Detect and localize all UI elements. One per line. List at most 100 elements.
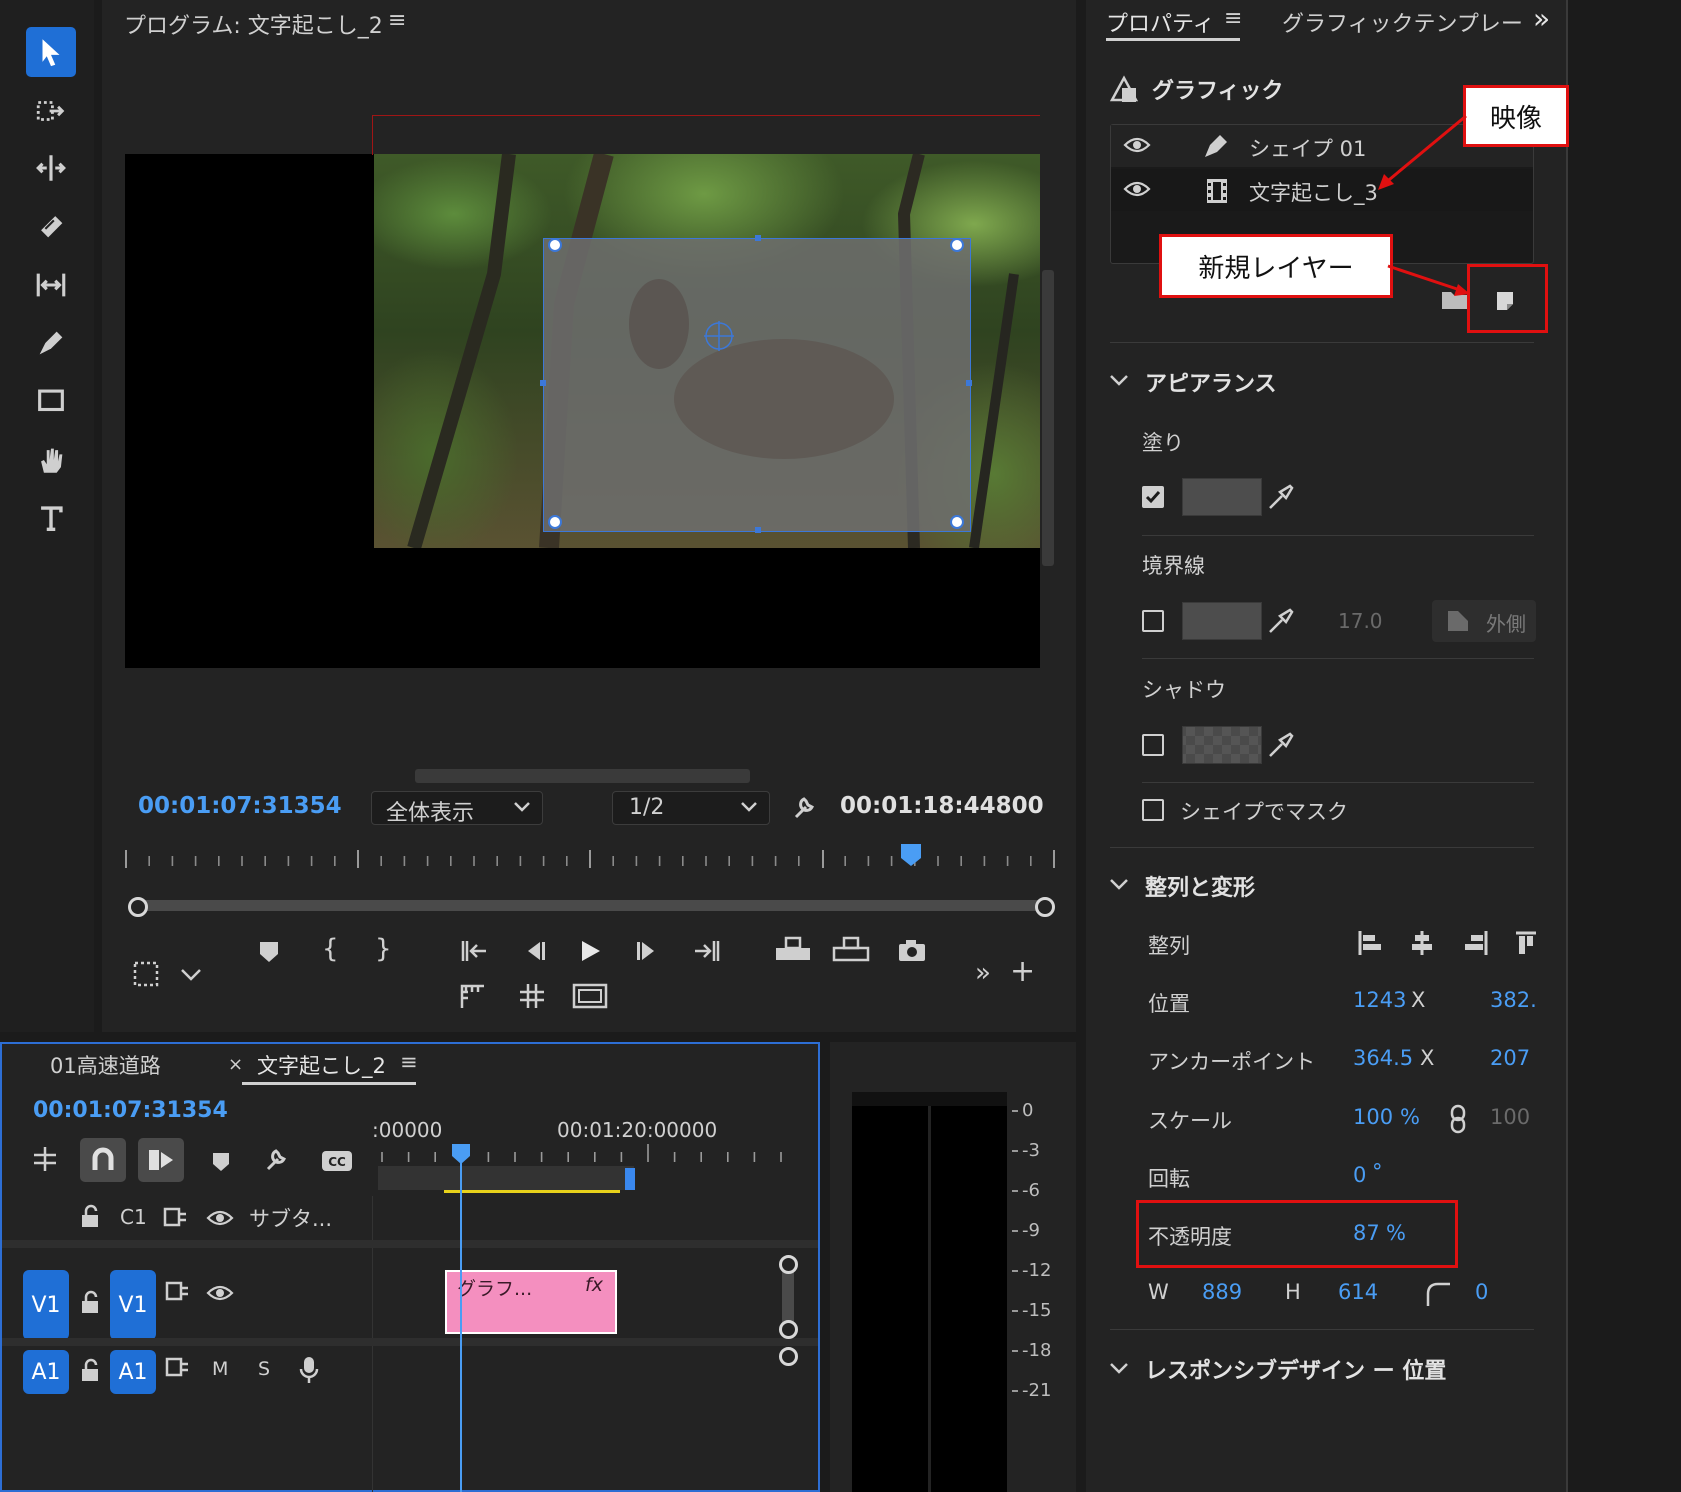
chevron-down-icon[interactable] [1108,372,1130,390]
close-tab-icon[interactable]: × [228,1054,243,1075]
playhead-handle[interactable] [450,1142,472,1166]
linked-selection-toggle[interactable] [138,1138,184,1182]
lock-icon[interactable] [78,1358,102,1384]
anchor-y-value[interactable]: 207 [1490,1046,1530,1070]
a1-target-track[interactable]: A1 [110,1350,156,1394]
ripple-edit-tool[interactable] [26,143,76,193]
step-back-icon[interactable] [520,937,548,965]
eyedropper-icon[interactable] [1266,482,1296,512]
safe-margins-icon[interactable] [132,960,162,990]
eye-icon[interactable] [1123,135,1151,155]
monitor-horizontal-scrollbar[interactable] [415,769,750,783]
playhead-timecode[interactable]: 00:01:07:31354 [138,793,342,819]
align-transform-header[interactable]: 整列と変形 [1145,870,1255,902]
tab-graphics-template[interactable]: グラフィックテンプレー [1282,6,1522,38]
anchor-x-value[interactable]: 364.5 [1353,1046,1413,1070]
timeline-tab-highway[interactable]: 01高速道路 [50,1050,161,1080]
tab-menu-icon[interactable]: ≡ [1224,6,1242,31]
eyedropper-icon[interactable] [1266,606,1296,636]
mute-button[interactable]: M [212,1358,228,1380]
rotation-value[interactable]: 0 [1353,1163,1366,1187]
corner-radius-value[interactable]: 0 [1475,1280,1488,1304]
hand-tool[interactable] [26,435,76,485]
grid-icon[interactable] [518,982,546,1010]
timeline-timecode[interactable]: 00:01:07:31354 [33,1098,228,1123]
camera-icon[interactable] [896,936,928,964]
resolution-dropdown[interactable]: 1/2 [612,791,770,825]
work-area-bar[interactable] [378,1166,634,1190]
microphone-icon[interactable] [298,1355,320,1385]
slip-tool[interactable] [26,260,76,310]
go-to-out-icon[interactable] [690,937,724,965]
wrench-icon[interactable] [262,1145,292,1175]
appearance-header[interactable]: アピアランス [1145,366,1277,398]
shadow-checkbox[interactable] [1142,734,1164,756]
stroke-width-value[interactable]: 17.0 [1338,609,1383,633]
eye-icon[interactable] [1123,179,1151,199]
mask-checkbox[interactable] [1142,799,1164,821]
responsive-design-header[interactable]: レスポンシブデザイン ー 位置 [1145,1353,1446,1385]
tab-properties[interactable]: プロパティ [1106,6,1215,38]
stroke-checkbox[interactable] [1142,610,1164,632]
align-left-icon[interactable] [1356,929,1384,957]
zoom-handle-right[interactable] [1035,897,1055,917]
chevron-down-icon[interactable] [1108,1360,1130,1378]
mark-in-icon[interactable]: { [322,934,339,964]
transform-handles[interactable] [535,230,977,538]
stroke-position-dropdown[interactable]: 外側 [1432,600,1536,642]
audio-zoom-handle[interactable] [779,1347,798,1366]
graphic-clip[interactable]: グラフ... fx [445,1270,617,1334]
scale-value[interactable]: 100 [1353,1105,1393,1129]
add-button-icon[interactable]: + [1010,954,1035,989]
eye-icon[interactable] [206,1208,234,1228]
wrench-icon[interactable] [790,793,820,823]
lock-icon[interactable] [78,1204,102,1230]
shadow-color-swatch[interactable] [1182,726,1262,764]
align-center-icon[interactable] [1408,929,1436,957]
lock-icon[interactable] [78,1290,102,1316]
eye-icon[interactable] [206,1283,234,1303]
step-forward-icon[interactable] [634,937,662,965]
type-tool[interactable] [26,493,76,543]
stroke-color-swatch[interactable] [1182,602,1262,640]
align-right-icon[interactable] [1462,929,1490,957]
panel-menu-icon[interactable]: ≡ [388,8,406,33]
zoom-handle-left[interactable] [128,897,148,917]
selection-tool[interactable] [26,27,76,77]
captions-icon[interactable]: CC [320,1148,354,1174]
chevron-down-icon[interactable] [178,964,204,986]
align-top-icon[interactable] [1514,929,1538,957]
pen-tool[interactable] [26,318,76,368]
razor-tool[interactable] [26,201,76,251]
go-to-in-icon[interactable] [458,937,492,965]
lift-icon[interactable] [774,934,812,966]
solo-button[interactable]: S [258,1358,270,1380]
position-y-value[interactable]: 382. [1490,988,1537,1012]
timeline-menu-icon[interactable]: ≡ [400,1050,418,1074]
v1-source-patch[interactable]: V1 [23,1270,69,1340]
sync-lock-icon[interactable] [162,1206,188,1228]
fill-color-swatch[interactable] [1182,478,1262,516]
zoom-scrollbar[interactable] [137,900,1044,911]
timeline-tab-transcript[interactable]: 文字起こし_2 [257,1050,386,1080]
rectangle-tool[interactable] [26,376,76,426]
monitor-time-ruler[interactable] [120,840,1060,876]
fill-checkbox[interactable] [1142,486,1164,508]
chevron-down-icon[interactable] [1108,876,1130,894]
sync-lock-icon[interactable] [164,1280,190,1302]
more-buttons-icon[interactable]: » [975,958,991,988]
track-zoom-handle-top[interactable] [779,1255,798,1274]
zoom-dropdown[interactable]: 全体表示 [371,791,543,826]
a1-source-patch[interactable]: A1 [23,1350,69,1394]
safe-frame-icon[interactable] [572,982,608,1010]
extract-icon[interactable] [832,934,870,966]
program-monitor-title[interactable]: プログラム: 文字起こし_2 [124,8,383,40]
v1-target-track[interactable]: V1 [110,1270,156,1340]
track-select-tool[interactable] [26,86,76,136]
monitor-vertical-scrollbar[interactable] [1042,270,1054,566]
add-marker-icon[interactable] [256,938,282,966]
play-icon[interactable] [576,937,604,965]
track-zoom-handle-bottom[interactable] [779,1320,798,1339]
rulers-icon[interactable] [458,982,488,1010]
tabs-overflow-icon[interactable]: » [1533,2,1550,35]
